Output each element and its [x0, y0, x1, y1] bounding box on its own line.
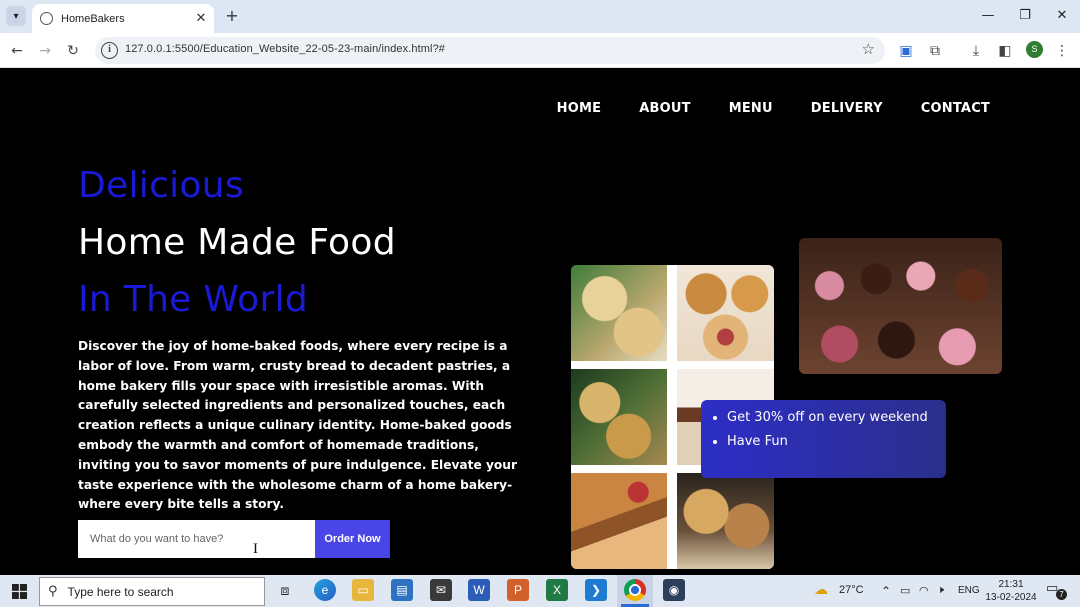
hero-title-line-3: In The World — [78, 279, 309, 320]
cupcakes-photo — [799, 238, 1002, 374]
extensions-icon[interactable]: ⧉ — [924, 40, 946, 62]
reload-icon[interactable]: ↻ — [62, 40, 84, 62]
clock-date: 13-02-2024 — [985, 592, 1037, 603]
close-window-button[interactable]: ✕ — [1044, 5, 1080, 27]
cookies-photo — [571, 265, 667, 361]
browser-tab-bar: ▾ HomeBakers ✕ + — ❐ ✕ — [0, 0, 1080, 33]
word-icon[interactable]: W — [468, 579, 490, 601]
order-form: Order Now — [78, 520, 390, 558]
menu-kebab-icon[interactable]: ⋮ — [1051, 40, 1073, 62]
bread-loaf-photo — [571, 473, 667, 569]
promo-item: Get 30% off on every weekend — [727, 410, 936, 425]
taskbar-clock[interactable]: 21:31 13-02-2024 — [985, 578, 1037, 604]
edge-icon[interactable]: e — [314, 579, 336, 601]
powerpoint-icon[interactable]: P — [507, 579, 529, 601]
search-icon: ⚲ — [48, 584, 58, 599]
nav-home[interactable]: HOME — [557, 101, 602, 116]
back-arrow-icon[interactable]: ← — [6, 40, 28, 62]
battery-icon[interactable]: ▭ — [900, 584, 910, 597]
wifi-icon[interactable]: ◠ — [919, 584, 929, 597]
nav-contact[interactable]: CONTACT — [921, 101, 990, 116]
url-text[interactable]: 127.0.0.1:5500/Education_Website_22-05-2… — [125, 43, 445, 55]
excel-icon[interactable]: X — [546, 579, 568, 601]
nav-menu[interactable]: MENU — [729, 101, 773, 116]
pastries-photo — [571, 369, 667, 465]
address-bar[interactable]: i 127.0.0.1:5500/Education_Website_22-05… — [95, 37, 885, 64]
vscode-icon[interactable]: ❯ — [585, 579, 607, 601]
nav-about[interactable]: ABOUT — [639, 101, 690, 116]
download-icon[interactable]: ⤓ — [965, 40, 987, 62]
web-page: HOME ABOUT MENU DELIVERY CONTACT Delicio… — [0, 69, 1080, 575]
globe-icon — [40, 12, 53, 25]
store-icon[interactable]: ▤ — [391, 579, 413, 601]
hero-title-line-2: Home Made Food — [78, 222, 396, 263]
cast-icon[interactable]: ▣ — [895, 40, 917, 62]
mail-icon[interactable]: ✉ — [430, 579, 452, 601]
restore-button[interactable]: ❐ — [1007, 5, 1043, 27]
taskbar-search-placeholder: Type here to search — [67, 584, 174, 599]
chevron-up-icon[interactable]: ⌃ — [881, 584, 891, 598]
browser-tab[interactable]: HomeBakers ✕ — [32, 4, 214, 33]
file-explorer-icon[interactable]: ▭ — [352, 579, 374, 601]
notification-icon[interactable]: ▭ 7 — [1046, 581, 1067, 600]
minimize-button[interactable]: — — [970, 5, 1006, 27]
new-tab-button[interactable]: + — [222, 6, 242, 26]
order-now-button[interactable]: Order Now — [315, 520, 390, 558]
food-search-input[interactable] — [78, 520, 315, 558]
language-indicator[interactable]: ENG — [958, 585, 980, 596]
notification-count: 7 — [1056, 589, 1067, 600]
forward-arrow-icon[interactable]: → — [34, 40, 56, 62]
chrome-icon[interactable] — [624, 579, 646, 601]
bookmark-star-icon[interactable]: ☆ — [862, 40, 875, 58]
side-panel-icon[interactable]: ◧ — [994, 40, 1016, 62]
profile-avatar[interactable]: S — [1026, 41, 1043, 58]
promo-card: Get 30% off on every weekend Have Fun — [701, 400, 946, 478]
weather-temp[interactable]: 27°C — [839, 584, 864, 596]
windows-start-icon[interactable] — [0, 575, 38, 607]
hero-description: Discover the joy of home-baked foods, wh… — [78, 339, 517, 512]
windows-taskbar: ⚲ Type here to search ⧈ e ▭ ▤ ✉ W P X ❯ … — [0, 575, 1080, 607]
volume-muted-icon[interactable]: 🕨 — [937, 584, 944, 597]
muffins-photo — [677, 265, 774, 361]
text-cursor-icon: I — [253, 541, 258, 557]
promo-item: Have Fun — [727, 434, 936, 449]
main-nav: HOME ABOUT MENU DELIVERY CONTACT — [557, 101, 990, 116]
tab-close-icon[interactable]: ✕ — [192, 11, 210, 26]
task-view-icon[interactable]: ⧈ — [274, 579, 296, 601]
site-info-icon[interactable]: i — [101, 42, 118, 59]
buns-photo — [677, 473, 774, 569]
weather-icon[interactable]: ☁ — [814, 581, 828, 598]
screen-recorder-icon[interactable]: ◉ — [663, 579, 685, 601]
taskbar-search-box[interactable]: ⚲ Type here to search — [39, 577, 265, 606]
nav-delivery[interactable]: DELIVERY — [811, 101, 883, 116]
hero-title-line-1: Delicious — [78, 165, 244, 206]
browser-toolbar: ← → ↻ i 127.0.0.1:5500/Education_Website… — [0, 33, 1080, 68]
tab-search-button[interactable]: ▾ — [6, 6, 26, 26]
clock-time: 21:31 — [998, 579, 1024, 590]
tab-title: HomeBakers — [61, 12, 125, 25]
